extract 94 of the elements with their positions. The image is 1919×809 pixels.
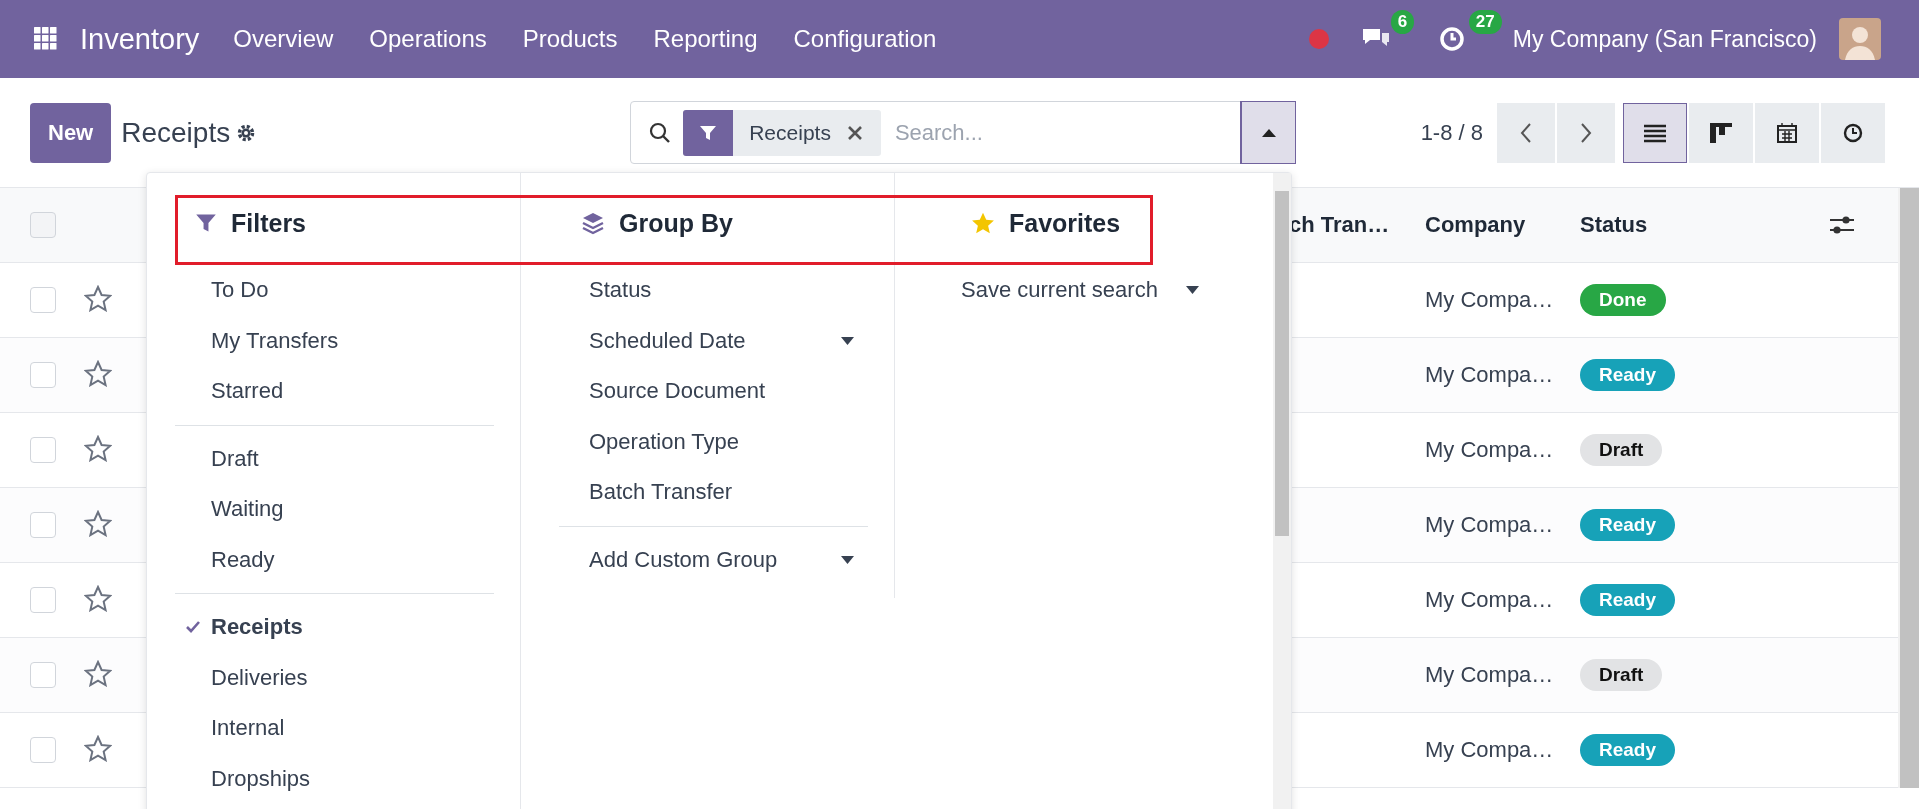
scrollbar[interactable] xyxy=(1898,188,1919,788)
filter-option[interactable]: Dropships xyxy=(211,765,311,792)
nav-menu-item[interactable]: Overview xyxy=(233,25,334,53)
status-badge: Ready xyxy=(1580,734,1676,766)
company-cell-text: My Compa… xyxy=(1424,287,1555,313)
group-by-option[interactable]: Batch Transfer xyxy=(589,479,733,506)
filter-option[interactable]: Receipts xyxy=(211,614,303,641)
settings-icon[interactable] xyxy=(236,122,257,143)
search-icon xyxy=(649,121,672,144)
status-badge: Ready xyxy=(1580,359,1676,391)
sliders-icon[interactable] xyxy=(1830,214,1854,236)
clock-icon xyxy=(1843,122,1863,143)
filter-option[interactable]: Internal xyxy=(211,715,285,742)
activity-view-button[interactable] xyxy=(1821,102,1885,163)
column-header[interactable]: Status xyxy=(1580,212,1830,238)
caret-icon xyxy=(1261,128,1276,137)
star-icon[interactable] xyxy=(84,734,112,762)
favorite-option[interactable]: Save current search xyxy=(961,277,1158,304)
filter-option[interactable]: To Do xyxy=(211,277,269,304)
company-cell-text: My Compa… xyxy=(1424,512,1555,538)
facet-label: Receipts xyxy=(748,120,832,145)
company-cell-text: My Compa… xyxy=(1424,587,1555,613)
app-name[interactable]: Inventory xyxy=(80,22,200,56)
row-checkbox[interactable] xyxy=(30,737,56,763)
group-by-option[interactable]: Scheduled Date xyxy=(589,327,746,354)
kanban-icon xyxy=(1710,122,1732,143)
filter-icon xyxy=(195,212,217,234)
group-by-option[interactable]: Operation Type xyxy=(589,428,740,455)
filter-facet[interactable]: Receipts xyxy=(683,109,881,156)
group-by-heading: Group By xyxy=(619,208,733,238)
page-title: Receipts xyxy=(121,116,231,149)
caret-down-icon[interactable] xyxy=(1185,286,1199,295)
filter-option[interactable]: My Transfers xyxy=(211,327,339,354)
star-icon xyxy=(971,211,995,235)
row-checkbox[interactable] xyxy=(30,587,56,613)
status-badge: Draft xyxy=(1580,659,1663,691)
group-by-option[interactable]: Status xyxy=(589,277,652,304)
caret-down-icon[interactable] xyxy=(841,555,854,564)
favorites-heading: Favorites xyxy=(1009,208,1121,238)
apps-grid-icon[interactable] xyxy=(34,27,58,51)
caret-down-icon[interactable] xyxy=(841,336,854,345)
nav-menu-item[interactable]: Configuration xyxy=(793,25,937,53)
pager-value[interactable]: 1-8 / 8 xyxy=(1420,119,1483,146)
filter-option[interactable]: Draft xyxy=(211,445,259,472)
row-checkbox[interactable] xyxy=(30,512,56,538)
search-options-toggle[interactable] xyxy=(1241,102,1296,163)
calendar-view-button[interactable] xyxy=(1755,102,1819,163)
kanban-view-button[interactable] xyxy=(1689,102,1753,163)
filter-option[interactable]: Waiting xyxy=(211,496,284,523)
nav-menu-item[interactable]: Operations xyxy=(369,25,487,53)
filters-heading: Filters xyxy=(231,208,307,238)
star-icon[interactable] xyxy=(84,659,112,687)
list-icon xyxy=(1644,122,1666,143)
star-icon[interactable] xyxy=(84,584,112,612)
row-checkbox[interactable] xyxy=(30,662,56,688)
nav-menu-item[interactable]: Products xyxy=(522,25,618,53)
filter-option[interactable]: Deliveries xyxy=(211,664,308,691)
status-badge: Done xyxy=(1580,284,1666,316)
activity-count-badge: 27 xyxy=(1468,10,1502,34)
filter-option[interactable]: Ready xyxy=(211,546,275,573)
company-cell-text: My Compa… xyxy=(1424,437,1555,463)
star-icon[interactable] xyxy=(84,509,112,537)
chevron-right-icon xyxy=(1580,121,1592,144)
filter-option[interactable]: Starred xyxy=(211,378,284,405)
group-by-option[interactable]: Source Document xyxy=(589,378,766,405)
new-button[interactable]: New xyxy=(30,102,112,163)
company-cell-text: My Compa… xyxy=(1424,362,1555,388)
message-count-badge: 6 xyxy=(1390,10,1415,34)
company-cell-text: My Compa… xyxy=(1424,662,1555,688)
row-checkbox[interactable] xyxy=(30,437,56,463)
search-field[interactable]: Receipts Search... xyxy=(630,101,1297,164)
layers-icon xyxy=(581,211,605,235)
row-checkbox[interactable] xyxy=(30,362,56,388)
list-view-button[interactable] xyxy=(1623,102,1687,163)
status-badge: Ready xyxy=(1580,584,1676,616)
star-icon[interactable] xyxy=(84,434,112,462)
record-dot-icon[interactable] xyxy=(1308,29,1329,49)
close-icon[interactable] xyxy=(846,124,863,141)
star-icon[interactable] xyxy=(84,359,112,387)
calendar-icon xyxy=(1777,122,1797,143)
add-custom-group-option[interactable]: Add Custom Group xyxy=(589,546,778,573)
scrollbar[interactable] xyxy=(1273,173,1291,809)
star-icon[interactable] xyxy=(84,284,112,312)
status-badge: Draft xyxy=(1580,434,1663,466)
row-checkbox[interactable] xyxy=(30,287,56,313)
status-badge: Ready xyxy=(1580,509,1676,541)
company-switcher[interactable]: My Company (San Francisco) xyxy=(1512,25,1817,53)
company-cell-text: My Compa… xyxy=(1424,737,1555,763)
clock-icon[interactable] xyxy=(1438,26,1465,52)
filter-icon xyxy=(699,123,718,142)
nav-menu-item[interactable]: Reporting xyxy=(653,25,758,53)
select-all-checkbox[interactable] xyxy=(30,212,56,238)
chevron-left-icon xyxy=(1520,121,1532,144)
column-header[interactable]: Company xyxy=(1415,212,1580,238)
